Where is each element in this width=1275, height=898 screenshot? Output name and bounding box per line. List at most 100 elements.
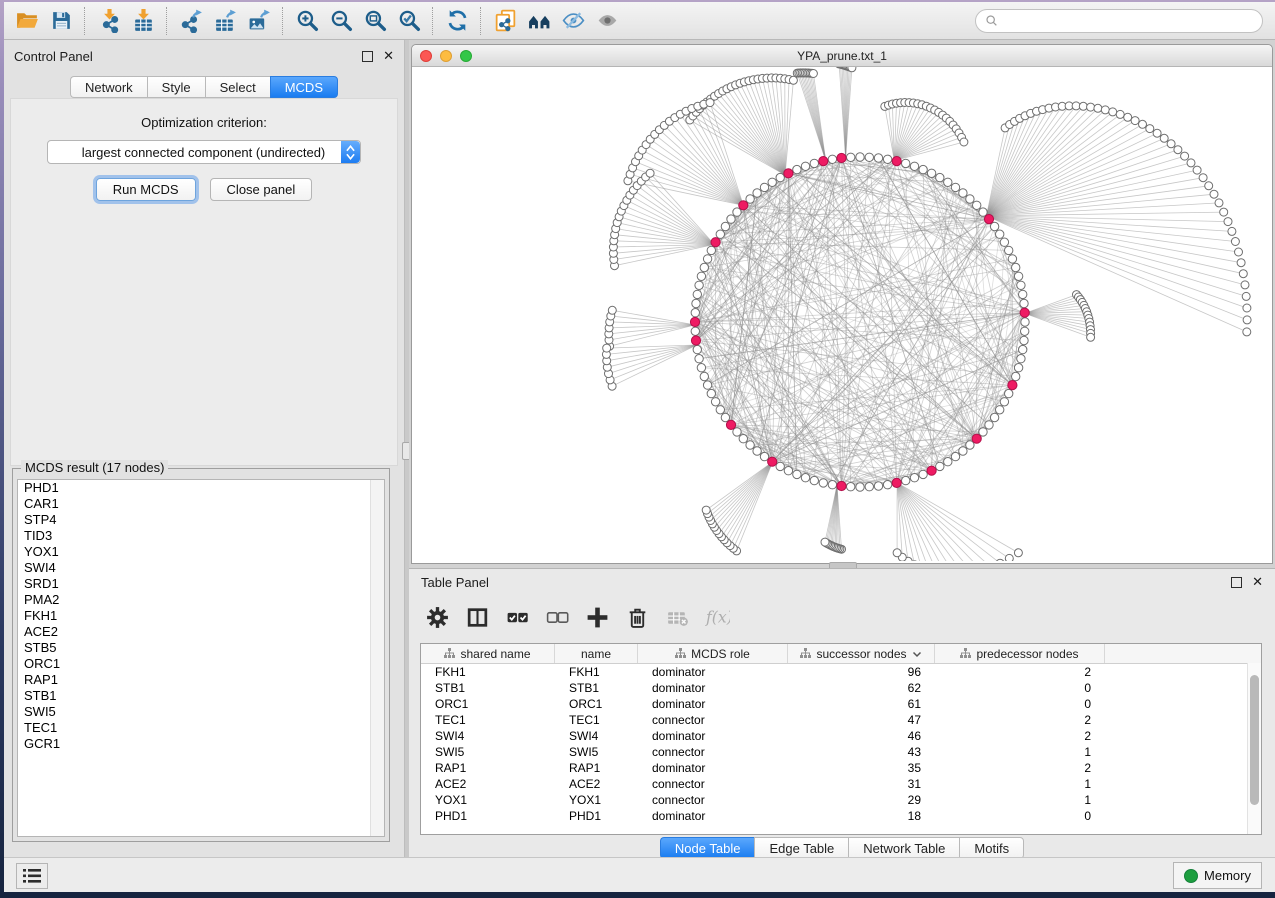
cell: 0 <box>935 680 1105 696</box>
toolbar-separator <box>480 7 482 35</box>
import-table-icon[interactable] <box>126 6 160 36</box>
cell-filler <box>1105 776 1261 792</box>
export-image-icon[interactable] <box>242 6 276 36</box>
search-input[interactable] <box>1004 11 1262 31</box>
zoom-out-icon[interactable] <box>324 6 358 36</box>
save-session-icon[interactable] <box>44 6 78 36</box>
open-file-icon[interactable] <box>10 6 44 36</box>
table-delete-icon <box>659 600 695 634</box>
mcds-result-item[interactable]: FKH1 <box>18 608 384 624</box>
close-window-icon[interactable] <box>420 50 432 62</box>
table-body: FKH1FKH1dominator962STB1STB1dominator620… <box>421 664 1261 824</box>
mcds-result-item[interactable]: YOX1 <box>18 544 384 560</box>
mcds-result-item[interactable]: ACE2 <box>18 624 384 640</box>
columns-icon[interactable] <box>459 600 495 634</box>
table-row[interactable]: YOX1YOX1connector291 <box>421 792 1261 808</box>
column-header-name[interactable]: name <box>555 644 638 663</box>
gear-icon[interactable] <box>419 600 455 634</box>
network-canvas[interactable] <box>412 67 1272 563</box>
mcds-result-item[interactable]: PMA2 <box>18 592 384 608</box>
uncheck-pair-icon[interactable] <box>539 600 575 634</box>
first-neighbors-icon[interactable] <box>522 6 556 36</box>
mcds-result-item[interactable]: TEC1 <box>18 720 384 736</box>
mcds-list-scrollbar[interactable] <box>370 480 384 836</box>
table-tab-node-table[interactable]: Node Table <box>660 837 755 859</box>
mcds-result-item[interactable]: SWI5 <box>18 704 384 720</box>
tab-mcds[interactable]: MCDS <box>270 76 338 98</box>
table-header-row: shared namenameMCDS rolesuccessor nodesp… <box>421 644 1261 664</box>
plus-icon[interactable] <box>579 600 615 634</box>
close-panel-icon[interactable]: ✕ <box>383 51 394 61</box>
hide-selected-icon[interactable] <box>556 6 590 36</box>
mcds-result-item[interactable]: STB5 <box>18 640 384 656</box>
mcds-result-item[interactable]: TID3 <box>18 528 384 544</box>
column-header-shared-name[interactable]: shared name <box>421 644 555 663</box>
criterion-select[interactable]: largest connected component (undirected) <box>47 140 361 164</box>
trash-icon[interactable] <box>619 600 655 634</box>
table-tab-edge-table[interactable]: Edge Table <box>754 837 848 859</box>
float-panel-icon[interactable] <box>362 51 373 62</box>
export-table-icon[interactable] <box>208 6 242 36</box>
table-tab-network-table[interactable]: Network Table <box>848 837 959 859</box>
check-pair-icon[interactable] <box>499 600 535 634</box>
table-row[interactable]: ACE2ACE2connector311 <box>421 776 1261 792</box>
node-table: shared namenameMCDS rolesuccessor nodesp… <box>420 643 1262 835</box>
table-row[interactable]: STB1STB1dominator620 <box>421 680 1261 696</box>
mcds-result-item[interactable]: RAP1 <box>18 672 384 688</box>
column-header-successor-nodes[interactable]: successor nodes <box>788 644 935 663</box>
table-row[interactable]: RAP1RAP1dominator352 <box>421 760 1261 776</box>
refresh-view-icon[interactable] <box>440 6 474 36</box>
mcds-result-item[interactable]: CAR1 <box>18 496 384 512</box>
control-panel: Control Panel ✕ NetworkStyleSelectMCDS O… <box>4 40 405 858</box>
table-scrollbar[interactable] <box>1247 663 1261 834</box>
mcds-result-title: MCDS result (17 nodes) <box>21 460 168 475</box>
maximize-window-icon[interactable] <box>460 50 472 62</box>
search-field[interactable] <box>975 9 1263 33</box>
table-tab-motifs[interactable]: Motifs <box>959 837 1024 859</box>
mcds-result-item[interactable]: SWI4 <box>18 560 384 576</box>
zoom-selected-icon[interactable] <box>392 6 426 36</box>
export-network-icon[interactable] <box>174 6 208 36</box>
table-row[interactable]: SWI4SWI4dominator462 <box>421 728 1261 744</box>
network-graph[interactable] <box>412 67 1272 561</box>
cell: ORC1 <box>555 696 638 712</box>
table-scrollbar-thumb[interactable] <box>1250 675 1259 805</box>
run-mcds-button[interactable]: Run MCDS <box>96 178 196 201</box>
task-history-button[interactable] <box>16 863 48 889</box>
table-row[interactable]: FKH1FKH1dominator962 <box>421 664 1261 680</box>
table-toolbar: f(x) <box>419 597 735 637</box>
copy-network-icon[interactable] <box>488 6 522 36</box>
memory-button[interactable]: Memory <box>1173 862 1262 889</box>
mcds-result-item[interactable]: STB1 <box>18 688 384 704</box>
table-tabs: Node TableEdge TableNetwork TableMotifs <box>660 837 1024 859</box>
table-row[interactable]: ORC1ORC1dominator610 <box>421 696 1261 712</box>
close-table-panel-icon[interactable]: ✕ <box>1252 577 1263 587</box>
mcds-result-item[interactable]: PHD1 <box>18 480 384 496</box>
table-row[interactable]: PHD1PHD1dominator180 <box>421 808 1261 824</box>
table-row[interactable]: SWI5SWI5connector431 <box>421 744 1261 760</box>
column-header-predecessor-nodes[interactable]: predecessor nodes <box>935 644 1105 663</box>
tab-select[interactable]: Select <box>205 76 270 98</box>
status-bar: Memory <box>4 857 1275 892</box>
float-table-panel-icon[interactable] <box>1231 577 1242 588</box>
cell: 47 <box>788 712 935 728</box>
cell: PHD1 <box>555 808 638 824</box>
mcds-result-item[interactable]: GCR1 <box>18 736 384 752</box>
tab-network[interactable]: Network <box>70 76 147 98</box>
tab-style[interactable]: Style <box>147 76 205 98</box>
show-all-icon[interactable] <box>590 6 624 36</box>
table-row[interactable]: TEC1TEC1connector472 <box>421 712 1261 728</box>
table-panel: Table Panel ✕ f(x) shared namenameMCDS r… <box>409 568 1275 858</box>
zoom-in-icon[interactable] <box>290 6 324 36</box>
mcds-result-item[interactable]: ORC1 <box>18 656 384 672</box>
mcds-result-item[interactable]: STP4 <box>18 512 384 528</box>
svg-text:f(x): f(x) <box>705 608 730 626</box>
mcds-result-box: MCDS result (17 nodes) PHD1CAR1STP4TID3Y… <box>12 468 390 842</box>
close-panel-button[interactable]: Close panel <box>210 178 313 201</box>
zoom-fit-icon[interactable] <box>358 6 392 36</box>
mcds-result-item[interactable]: SRD1 <box>18 576 384 592</box>
import-network-icon[interactable] <box>92 6 126 36</box>
minimize-window-icon[interactable] <box>440 50 452 62</box>
cell: STB1 <box>555 680 638 696</box>
column-header-MCDS-role[interactable]: MCDS role <box>638 644 788 663</box>
